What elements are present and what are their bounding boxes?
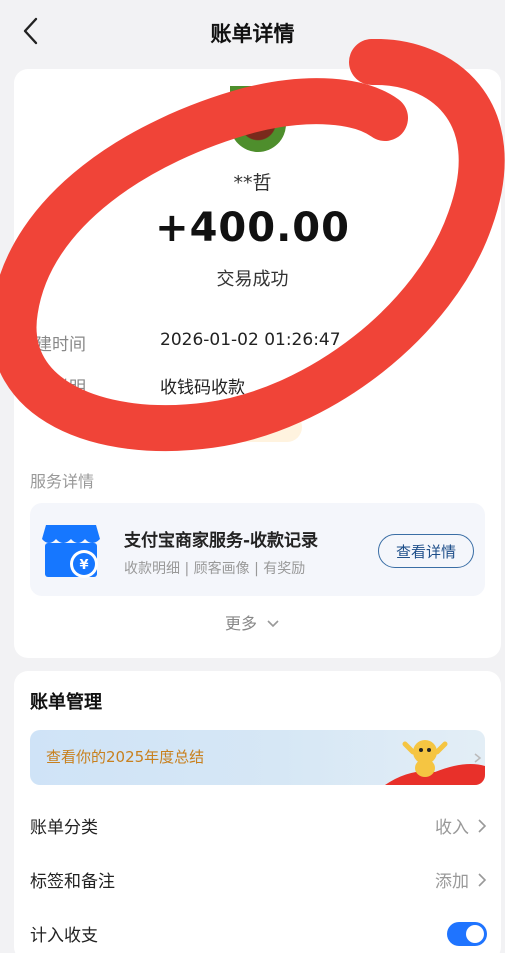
annual-summary-banner[interactable]: 查看你的2025年度总结	[30, 730, 485, 785]
chevron-left-icon	[23, 17, 38, 45]
view-details-button[interactable]: 查看详情	[378, 534, 474, 568]
service-details-label: 服务详情	[30, 472, 95, 491]
more-label: 更多	[224, 614, 257, 633]
svg-text:¥: ¥	[79, 558, 88, 573]
bill-category-row[interactable]: 账单分类 收入	[30, 813, 487, 838]
mascot-illustration	[385, 740, 485, 785]
promo-claim-button[interactable]: 立即领取	[152, 412, 302, 442]
created-time-label: 创建时间	[18, 335, 86, 355]
bill-description-label: 账单说明	[18, 378, 86, 398]
more-toggle[interactable]: 更多	[0, 610, 505, 634]
coin-icon	[162, 419, 178, 435]
bill-detail-page: 账单详情 **哲 +400.00 交易成功 创建时间 2026-01-02 01…	[0, 0, 505, 953]
header: 账单详情	[0, 0, 505, 66]
chevron-right-icon	[478, 872, 487, 887]
banner-text: 查看你的2025年度总结	[46, 748, 205, 766]
transaction-status: 交易成功	[216, 269, 289, 290]
transaction-amount: +400.00	[155, 205, 350, 251]
service-title: 支付宝商家服务-收款记录	[124, 531, 319, 551]
bill-category-value: 收入	[435, 813, 487, 838]
count-in-budget-row: 计入收支	[30, 921, 487, 946]
created-time-value: 2026-01-02 01:26:47	[160, 330, 341, 350]
merchant-name: **哲	[233, 172, 272, 194]
store-icon: ¥	[42, 525, 100, 578]
avatar	[230, 86, 286, 152]
tags-notes-row[interactable]: 标签和备注 添加	[30, 867, 487, 892]
tags-notes-value: 添加	[435, 867, 487, 892]
chevron-right-icon	[478, 818, 487, 833]
chevron-down-icon	[267, 620, 279, 628]
count-in-budget-label: 计入收支	[30, 926, 98, 946]
bill-management-title: 账单管理	[30, 692, 102, 713]
page-title: 账单详情	[210, 22, 295, 46]
back-button[interactable]	[14, 14, 48, 48]
bill-description-value: 收钱码收款	[160, 378, 245, 398]
promo-label: 立即领取	[184, 418, 245, 437]
tags-notes-label: 标签和备注	[30, 872, 115, 892]
bill-category-text: 收入	[435, 818, 469, 838]
bill-category-label: 账单分类	[30, 818, 98, 838]
count-in-budget-toggle[interactable]	[447, 921, 487, 946]
tags-notes-text: 添加	[435, 872, 469, 892]
merchant-service-card[interactable]: ¥ 支付宝商家服务-收款记录 收款明细 | 顾客画像 | 有奖励 查看详情	[30, 503, 485, 596]
service-subtitle: 收款明细 | 顾客画像 | 有奖励	[124, 561, 306, 577]
